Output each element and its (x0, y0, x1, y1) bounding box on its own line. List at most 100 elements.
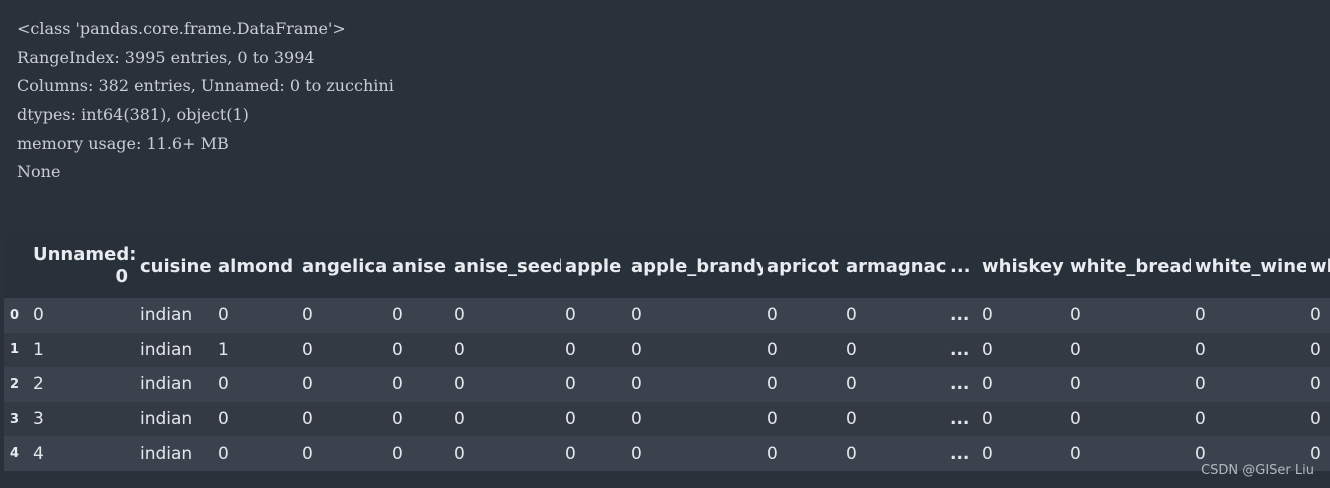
table-cell: 0 (218, 305, 229, 326)
table-cell: 0 (302, 443, 313, 464)
table-row: 3 3 indian 0 0 0 0 0 0 0 0 ... 0 0 0 0 (4, 401, 1330, 437)
table-cell: 0 (767, 443, 778, 464)
column-header: angelica (302, 255, 388, 277)
table-cell: 0 (1310, 339, 1321, 360)
column-header: anise (392, 255, 447, 277)
ellipsis-cell: ... (950, 409, 970, 430)
table-cell: 0 (454, 339, 465, 360)
table-cell: 0 (982, 339, 993, 360)
column-header: apple_brandy (631, 255, 763, 277)
table-cell: 0 (767, 305, 778, 326)
table-cell: 0 (33, 305, 44, 326)
dataframe-info-output: <class 'pandas.core.frame.DataFrame'> Ra… (17, 15, 394, 187)
table-cell: 0 (1070, 374, 1081, 395)
table-cell: 0 (846, 443, 857, 464)
table-cell: indian (140, 409, 193, 430)
table-cell: 0 (846, 374, 857, 395)
ellipsis-cell: ... (950, 339, 970, 360)
table-cell: 0 (454, 374, 465, 395)
table-cell: 0 (846, 305, 857, 326)
table-cell: 0 (565, 443, 576, 464)
table-cell: 0 (982, 305, 993, 326)
table-cell: 0 (767, 409, 778, 430)
table-cell: indian (140, 305, 193, 326)
column-header: almond (218, 255, 294, 277)
column-header: armagnac (846, 255, 946, 277)
column-header: anise_seed (454, 255, 561, 277)
column-header: apricot (767, 255, 839, 277)
table-cell: 0 (631, 374, 642, 395)
table-cell: indian (140, 339, 193, 360)
table-row: 0 0 indian 0 0 0 0 0 0 0 0 ... 0 0 0 0 (4, 298, 1330, 333)
column-header-line: Unnamed: (33, 244, 136, 265)
table-cell: 0 (392, 409, 403, 430)
table-cell: 0 (982, 443, 993, 464)
index-header (4, 234, 29, 298)
table-cell: 0 (1310, 305, 1321, 326)
column-header: apple (565, 255, 622, 277)
column-header-line: 0 (115, 266, 128, 287)
table-cell: 0 (565, 374, 576, 395)
info-columns-line: Columns: 382 entries, Unnamed: 0 to zucc… (17, 76, 394, 96)
table-cell: 0 (982, 409, 993, 430)
table-row: 2 2 indian 0 0 0 0 0 0 0 0 ... 0 0 0 0 (4, 367, 1330, 402)
ellipsis-cell: ... (950, 443, 970, 464)
column-header: white_wine (1195, 255, 1306, 277)
table-cell: 0 (454, 443, 465, 464)
row-index: 2 (10, 376, 20, 392)
table-cell: 0 (1195, 374, 1206, 395)
table-cell: 0 (1070, 305, 1081, 326)
table-row: 4 4 indian 0 0 0 0 0 0 0 0 ... 0 0 0 0 (4, 436, 1330, 471)
table-cell: 3 (33, 409, 44, 430)
table-cell: 0 (631, 409, 642, 430)
ellipsis-cell: ... (950, 374, 970, 395)
table-cell: 0 (302, 374, 313, 395)
table-cell: 0 (846, 409, 857, 430)
column-header: whiskey (982, 255, 1064, 277)
dataframe-output: Unnamed: 0 cuisine almond angelica anise … (4, 234, 1330, 471)
table-cell: 0 (1070, 339, 1081, 360)
table-cell: 0 (565, 305, 576, 326)
table-cell: indian (140, 374, 193, 395)
table-cell: indian (140, 443, 193, 464)
column-header: white_bread (1070, 255, 1191, 277)
info-rangeindex-line: RangeIndex: 3995 entries, 0 to 3994 (17, 47, 315, 67)
table-cell: 0 (1070, 409, 1081, 430)
table-cell: 0 (218, 409, 229, 430)
csdn-watermark: CSDN @GISer Liu (1201, 463, 1314, 478)
table-cell: 2 (33, 374, 44, 395)
table-cell: 0 (631, 305, 642, 326)
table-header-row: Unnamed: 0 cuisine almond angelica anise … (4, 234, 1330, 298)
table-cell: 0 (302, 305, 313, 326)
table-cell: 0 (218, 443, 229, 464)
table-cell: 0 (1070, 443, 1081, 464)
column-header: wh (1310, 255, 1330, 277)
row-index: 0 (10, 307, 20, 323)
ellipsis-cell: ... (950, 305, 970, 326)
table-cell: 0 (218, 374, 229, 395)
table-cell: 0 (631, 339, 642, 360)
table-cell: 0 (392, 305, 403, 326)
table-cell: 0 (767, 339, 778, 360)
table-cell: 0 (392, 443, 403, 464)
row-index: 4 (10, 446, 20, 462)
row-index: 1 (10, 342, 20, 358)
row-index: 3 (10, 411, 20, 427)
table-cell: 0 (982, 374, 993, 395)
table-cell: 4 (33, 443, 44, 464)
table-row: 1 1 indian 1 0 0 0 0 0 0 0 ... 0 0 0 0 (4, 332, 1330, 368)
info-return-line: None (17, 162, 61, 182)
column-header: Unnamed: 0 (29, 234, 136, 298)
table-cell: 1 (218, 339, 229, 360)
table-cell: 0 (565, 339, 576, 360)
info-class-line: <class 'pandas.core.frame.DataFrame'> (17, 19, 346, 38)
table-cell: 0 (302, 339, 313, 360)
table-cell: 0 (1195, 339, 1206, 360)
table-cell: 0 (302, 409, 313, 430)
table-cell: 0 (454, 409, 465, 430)
table-cell: 0 (392, 374, 403, 395)
table-cell: 0 (1195, 409, 1206, 430)
column-header: cuisine (140, 255, 212, 277)
table-cell: 0 (1310, 409, 1321, 430)
table-cell: 0 (392, 339, 403, 360)
